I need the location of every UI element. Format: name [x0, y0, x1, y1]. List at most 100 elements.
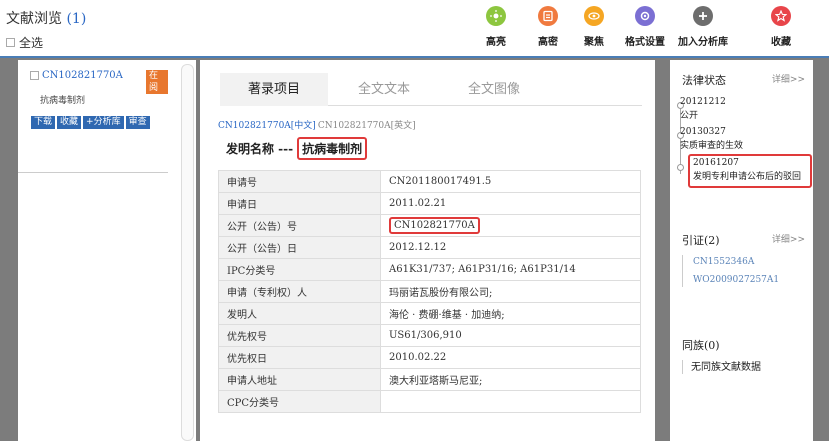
chinese-version-link[interactable]: CN102821770A[中文]: [218, 118, 316, 131]
tab-fulltext[interactable]: 全文文本: [330, 73, 438, 106]
bibliographic-table: 申请号 CN201180017491.5 申请日 2011.02.21 公开（公告）…: [218, 170, 641, 413]
citation-link[interactable]: CN1552346A: [693, 257, 754, 267]
legal-event-date: 20121212: [680, 97, 726, 107]
star-icon: [771, 6, 791, 26]
table-row: 申请号 CN201180017491.5: [218, 170, 641, 193]
select-all-label: 全选: [19, 36, 44, 50]
family-heading: 同族(0): [682, 339, 720, 352]
field-label: 发明人: [218, 302, 381, 325]
focus-button[interactable]: 聚焦: [567, 6, 621, 48]
result-id[interactable]: CN102821770A: [42, 70, 123, 81]
list-item: CN102821770A 在阅 抗病毒制剂 下载 收藏 +分析库 审查: [18, 60, 168, 173]
favorite-button[interactable]: 收藏: [754, 6, 808, 48]
field-label: IPC分类号: [218, 258, 381, 281]
timeline-dot: [677, 164, 684, 171]
citation-link[interactable]: WO2009027257A1: [693, 275, 779, 285]
field-value: A61K31/737; A61P31/16; A61P31/14: [380, 258, 641, 281]
table-row: IPC分类号 A61K31/737; A61P31/16; A61P31/14: [218, 258, 641, 281]
table-row: 优先权号 US61/306,910: [218, 324, 641, 347]
citations-heading: 引证(2): [682, 234, 720, 247]
highlight-label: 高亮: [486, 37, 506, 48]
download-button[interactable]: 下载: [31, 116, 56, 129]
page-title-text: 文献浏览: [6, 11, 62, 27]
detail-tabs: 著录项目 全文文本 全文图像: [220, 73, 642, 106]
field-label: 申请号: [218, 170, 381, 193]
table-row: 公开（公告）日 2012.12.12: [218, 236, 641, 259]
table-row: 发明人 海伦 · 费硼·维基 · 加迪纳;: [218, 302, 641, 325]
english-version-link[interactable]: CN102821770A[英文]: [318, 118, 416, 131]
status-badge: 在阅: [146, 70, 168, 94]
focus-label: 聚焦: [584, 37, 604, 48]
favorite-label: 收藏: [771, 37, 791, 48]
field-value: US61/306,910: [380, 324, 641, 347]
highlight-icon: [486, 6, 506, 26]
field-value-cell: CN102821770A: [380, 214, 641, 237]
format-settings-label: 格式设置: [625, 37, 665, 48]
field-label: 公开（公告）日: [218, 236, 381, 259]
legal-event-text: 发明专利申请公布后的驳回: [693, 172, 802, 182]
publication-number: CN102821770A: [389, 217, 480, 234]
tab-fullimage[interactable]: 全文图像: [440, 73, 548, 106]
add-icon: [693, 6, 713, 26]
result-checkbox[interactable]: [30, 71, 39, 80]
format-settings-button[interactable]: 格式设置: [618, 6, 672, 48]
table-row: 优先权日 2010.02.22: [218, 346, 641, 369]
legal-status-heading: 法律状态: [682, 74, 726, 87]
result-actions: 下载 收藏 +分析库 审查: [31, 116, 150, 129]
field-value: [380, 390, 641, 413]
legal-event-date: 20161207: [693, 158, 739, 168]
field-label: 公开（公告）号: [218, 214, 381, 237]
field-value: 2012.12.12: [380, 236, 641, 259]
checkbox-box[interactable]: [6, 38, 15, 47]
family-line: [682, 360, 683, 374]
table-row: 申请（专利权）人 玛丽诺瓦股份有限公司;: [218, 280, 641, 303]
field-value: 澳大利亚塔斯马尼亚;: [380, 368, 641, 391]
tab-bibliographic[interactable]: 著录项目: [220, 73, 328, 106]
highlight-button[interactable]: 高亮: [469, 6, 523, 48]
top-toolbar: 文献浏览 (1) 全选 高亮 高密 聚焦 格式设置 加入分析库 收藏: [0, 0, 829, 58]
select-all-checkbox[interactable]: 全选: [6, 34, 43, 51]
add-to-library-label: 加入分析库: [678, 37, 728, 48]
citation-line: [682, 255, 683, 287]
field-label: CPC分类号: [218, 390, 381, 413]
table-row: 申请日 2011.02.21: [218, 192, 641, 215]
page-title: 文献浏览 (1): [6, 8, 86, 28]
family-empty-text: 无同族文献数据: [691, 362, 761, 373]
document-detail: 著录项目 全文文本 全文图像 CN102821770A[中文] CN102821…: [200, 60, 655, 441]
citations-detail-link[interactable]: 详细>>: [772, 232, 805, 245]
result-title: 抗病毒制剂: [40, 96, 86, 106]
invention-name: 抗病毒制剂: [297, 137, 368, 160]
document-count: (1): [66, 11, 87, 27]
table-row: CPC分类号: [218, 390, 641, 413]
language-links: CN102821770A[中文] CN102821770A[英文]: [218, 118, 416, 131]
invention-label: 发明名称 ---: [226, 142, 294, 156]
field-value: CN201180017491.5: [380, 170, 641, 193]
side-info-panel: 法律状态 详细>> 20121212 公开 20130327 实质审查的生效 2…: [670, 60, 813, 441]
collect-button[interactable]: 收藏: [57, 116, 82, 129]
dense-icon: [538, 6, 558, 26]
focus-icon: [584, 6, 604, 26]
invention-title: 发明名称 --- 抗病毒制剂: [226, 137, 368, 160]
field-value: 海伦 · 费硼·维基 · 加迪纳;: [380, 302, 641, 325]
result-id-link[interactable]: CN102821770A: [30, 70, 123, 81]
legal-status-detail-link[interactable]: 详细>>: [772, 72, 805, 85]
field-label: 优先权号: [218, 324, 381, 347]
legal-event-date: 20130327: [680, 127, 726, 137]
field-label: 申请人地址: [218, 368, 381, 391]
legal-event-text: 实质审查的生效: [680, 141, 744, 151]
field-label: 优先权日: [218, 346, 381, 369]
result-list: CN102821770A 在阅 抗病毒制剂 下载 收藏 +分析库 审查: [18, 60, 196, 441]
review-button[interactable]: 审查: [125, 116, 150, 129]
list-scrollbar[interactable]: [181, 64, 194, 441]
field-value: 2011.02.21: [380, 192, 641, 215]
field-label: 申请（专利权）人: [218, 280, 381, 303]
field-value: 玛丽诺瓦股份有限公司;: [380, 280, 641, 303]
table-row: 申请人地址 澳大利亚塔斯马尼亚;: [218, 368, 641, 391]
add-analysis-button[interactable]: +分析库: [83, 116, 124, 129]
field-value: 2010.02.22: [380, 346, 641, 369]
legal-event-text: 公开: [680, 111, 699, 121]
add-to-library-button[interactable]: 加入分析库: [676, 6, 730, 48]
format-settings-icon: [635, 6, 655, 26]
field-label: 申请日: [218, 192, 381, 215]
table-row: 公开（公告）号 CN102821770A: [218, 214, 641, 237]
